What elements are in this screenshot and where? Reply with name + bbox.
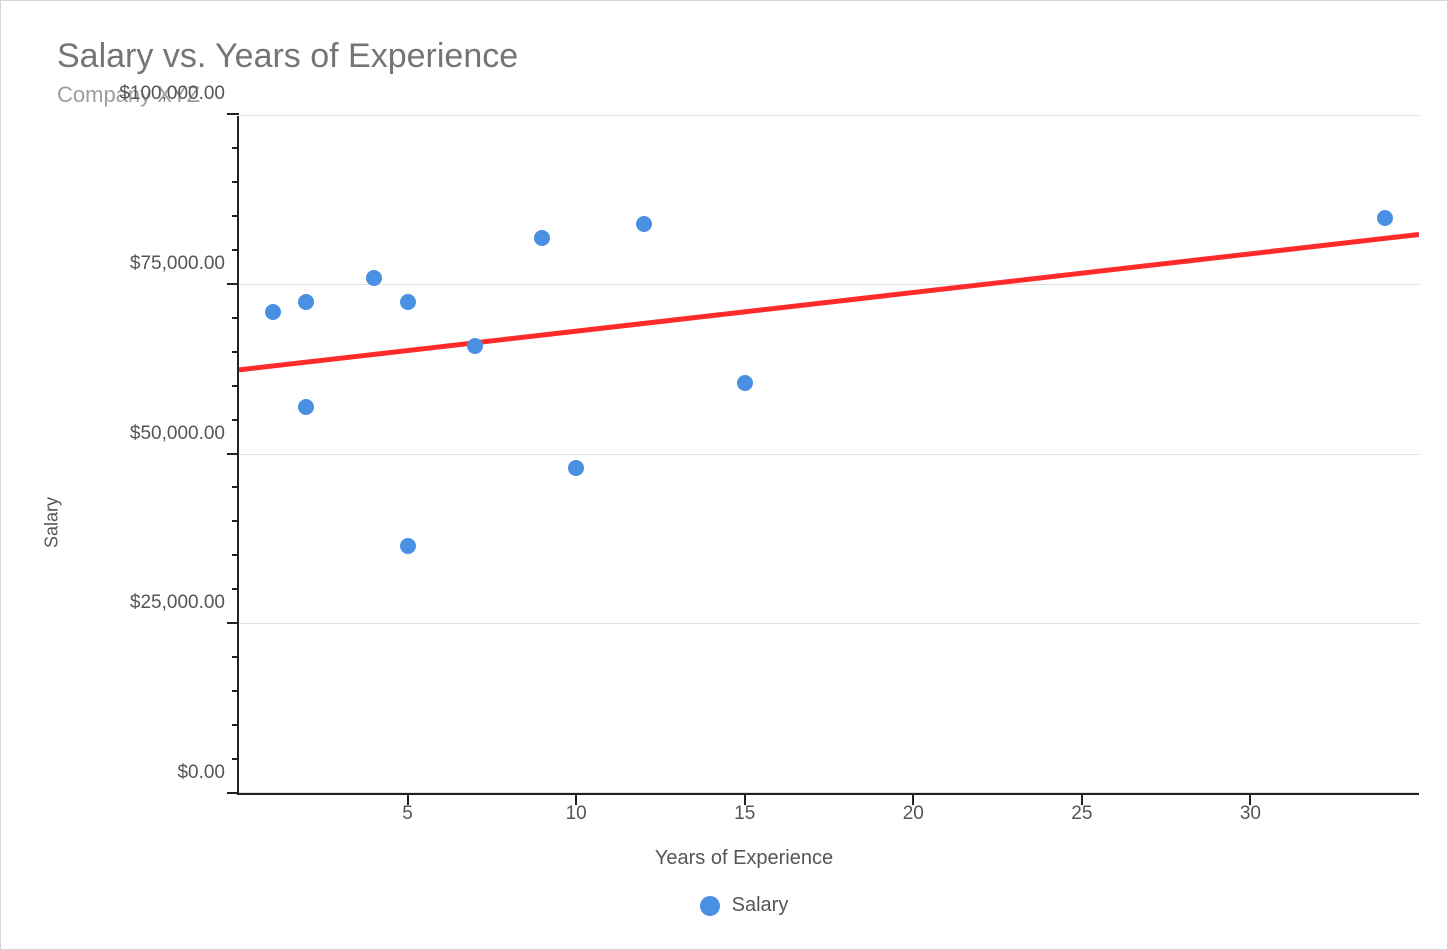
y-minor-tick xyxy=(232,147,239,149)
data-point xyxy=(534,230,550,246)
x-tick-label: 20 xyxy=(903,803,924,825)
gridline xyxy=(239,792,1419,793)
gridline xyxy=(239,454,1419,455)
data-point xyxy=(1377,210,1393,226)
y-minor-tick xyxy=(232,758,239,760)
x-tick-label: 10 xyxy=(566,803,587,825)
y-minor-tick xyxy=(232,181,239,183)
y-minor-tick xyxy=(232,588,239,590)
legend: Salary xyxy=(69,894,1419,917)
y-minor-tick xyxy=(232,317,239,319)
chart-main: $0.00$25,000.00$50,000.00$75,000.00$100,… xyxy=(69,116,1419,929)
data-point xyxy=(636,216,652,232)
chart-container: Salary vs. Years of Experience Company X… xyxy=(0,0,1448,950)
y-tick xyxy=(227,283,239,285)
y-tick-label: $0.00 xyxy=(177,762,225,784)
data-point xyxy=(568,460,584,476)
gridline xyxy=(239,623,1419,624)
legend-marker xyxy=(700,896,720,916)
data-point xyxy=(298,294,314,310)
y-minor-tick xyxy=(232,249,239,251)
chart-subtitle: Company XYZ xyxy=(57,82,1419,108)
y-tick xyxy=(227,792,239,794)
chart-body: Salary $0.00 $25,000.00 $50,000.00 $75,000.… xyxy=(41,116,1419,929)
y-minor-tick xyxy=(232,554,239,556)
y-tick-label: $50,000.00 xyxy=(130,423,225,445)
y-minor-tick xyxy=(232,724,239,726)
gridline xyxy=(239,115,1419,116)
y-axis: $0.00$25,000.00$50,000.00$75,000.00$100,… xyxy=(69,116,239,795)
data-point xyxy=(298,399,314,415)
plot-area xyxy=(239,116,1419,795)
x-tick-label: 5 xyxy=(402,803,413,825)
y-minor-tick xyxy=(232,690,239,692)
chart-title: Salary vs. Years of Experience xyxy=(57,37,1419,76)
data-point xyxy=(467,338,483,354)
x-tick-label: 15 xyxy=(734,803,755,825)
x-axis: 5 10 15 20 25 30 xyxy=(239,795,1419,829)
y-minor-tick xyxy=(232,520,239,522)
y-minor-tick xyxy=(232,486,239,488)
y-tick xyxy=(227,453,239,455)
trendline xyxy=(239,116,1419,793)
data-point xyxy=(265,304,281,320)
y-minor-tick xyxy=(232,351,239,353)
x-tick-label: 25 xyxy=(1071,803,1092,825)
y-minor-tick xyxy=(232,656,239,658)
y-tick-label: $75,000.00 xyxy=(130,253,225,275)
y-minor-tick xyxy=(232,419,239,421)
y-minor-tick xyxy=(232,385,239,387)
data-point xyxy=(400,538,416,554)
x-tick-label: 30 xyxy=(1240,803,1261,825)
legend-label: Salary xyxy=(732,894,789,917)
y-tick-label: $100,000.00 xyxy=(119,83,225,105)
y-axis-label: Salary xyxy=(41,116,63,929)
y-minor-tick xyxy=(232,215,239,217)
data-point xyxy=(366,270,382,286)
y-tick xyxy=(227,622,239,624)
x-axis-label: Years of Experience xyxy=(69,847,1419,870)
y-tick xyxy=(227,113,239,115)
data-point xyxy=(737,375,753,391)
y-tick-label: $25,000.00 xyxy=(130,592,225,614)
data-point xyxy=(400,294,416,310)
gridline xyxy=(239,284,1419,285)
